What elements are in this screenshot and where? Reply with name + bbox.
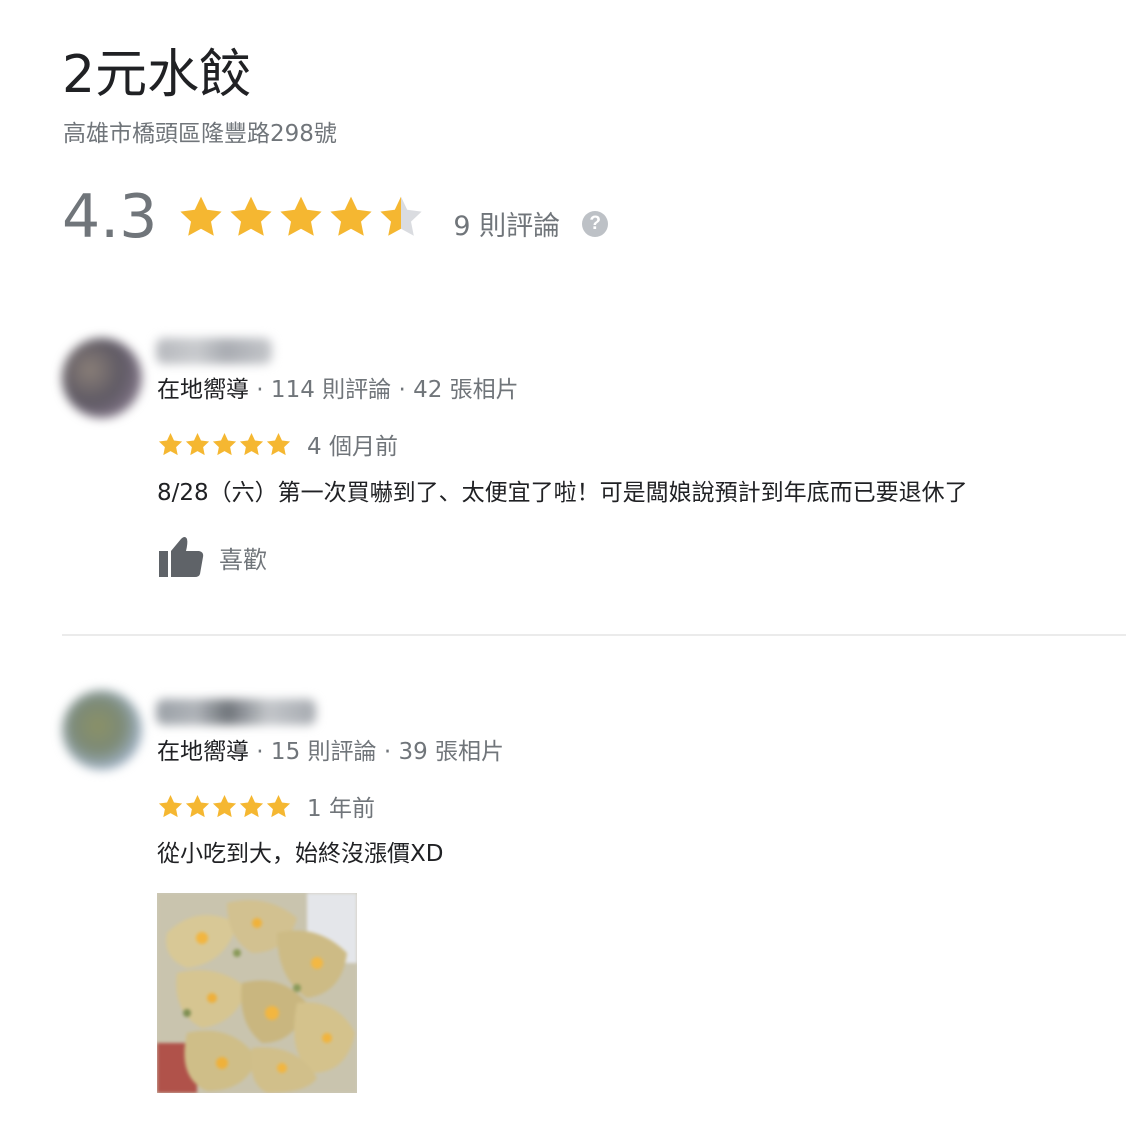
star-icon — [239, 432, 264, 455]
review-stars: 4 個月前 — [157, 427, 398, 461]
place-title: 2元水餃 — [62, 45, 252, 105]
review-stars: 1 年前 — [157, 789, 375, 823]
rating-stars — [177, 193, 427, 241]
star-icon — [266, 794, 291, 817]
divider — [62, 634, 1126, 636]
review-photo[interactable] — [157, 893, 357, 1093]
star-icon — [330, 196, 373, 236]
star-half-icon — [380, 196, 423, 236]
review-count-link[interactable]: 9 則評論 — [453, 204, 560, 243]
star-icon — [158, 794, 183, 817]
review-text: 8/28（六）第一次買嚇到了、太便宜了啦！可是闆娘說預計到年底而已要退休了 — [157, 480, 968, 506]
reviewer-meta: 在地嚮導 · 114 則評論 · 42 張相片 — [157, 372, 519, 408]
star-icon — [158, 432, 183, 455]
place-address: 高雄市橋頭區隆豐路298號 — [63, 121, 337, 147]
average-rating: 4.3 — [62, 182, 158, 252]
avatar[interactable] — [62, 690, 142, 770]
like-button[interactable]: 喜歡 — [157, 535, 267, 579]
review-time: 1 年前 — [307, 796, 375, 822]
star-icon — [180, 196, 223, 236]
star-icon — [185, 794, 210, 817]
star-icon — [239, 794, 264, 817]
star-icon — [212, 432, 237, 455]
reviewer-stats: · 114 則評論 · 42 張相片 — [249, 377, 519, 403]
star-icon — [230, 196, 273, 236]
like-label: 喜歡 — [219, 545, 267, 574]
reviewer-name[interactable] — [156, 699, 316, 725]
star-icon — [266, 432, 291, 455]
star-icon — [185, 432, 210, 455]
local-guide-badge: 在地嚮導 — [157, 739, 249, 765]
help-icon[interactable]: ? — [582, 211, 609, 237]
reviewer-stats: · 15 則評論 · 39 張相片 — [249, 739, 505, 765]
review-time: 4 個月前 — [307, 434, 398, 460]
rating-summary: 4.3 9 則評論 ? — [62, 180, 609, 254]
thumbs-up-icon — [159, 537, 204, 577]
reviewer-meta: 在地嚮導 · 15 則評論 · 39 張相片 — [157, 734, 504, 770]
avatar[interactable] — [62, 338, 142, 418]
star-icon — [280, 196, 323, 236]
local-guide-badge: 在地嚮導 — [157, 377, 249, 403]
dumplings-photo-icon — [157, 893, 357, 1093]
review-text: 從小吃到大，始終沒漲價XD — [157, 841, 444, 867]
reviewer-name[interactable] — [156, 338, 272, 364]
star-icon — [212, 794, 237, 817]
